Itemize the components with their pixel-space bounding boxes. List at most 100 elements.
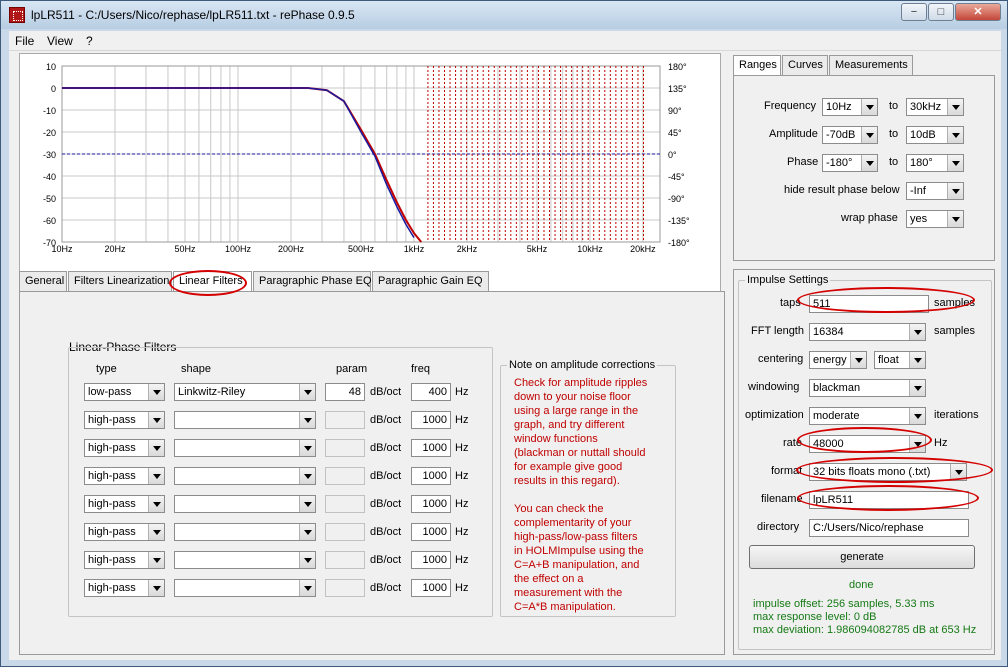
rate-select[interactable]: 48000 xyxy=(809,435,926,453)
filter-freq-input[interactable]: 400 xyxy=(411,383,451,401)
windowing-select[interactable]: blackman xyxy=(809,379,926,397)
minimize-button[interactable]: − xyxy=(901,3,927,21)
note-line: in HOLMImpulse using the xyxy=(514,545,644,557)
filter-type-select[interactable]: high-pass xyxy=(84,467,165,485)
amplitude-to-select[interactable]: 10dB xyxy=(906,126,964,144)
linear-phase-group: type shape param freq low-pass Linkwitz-… xyxy=(68,347,493,617)
format-select[interactable]: 32 bits floats mono (.txt) xyxy=(809,463,967,481)
param-unit-label: dB/oct xyxy=(370,442,402,454)
param-unit-label: dB/oct xyxy=(370,498,402,510)
tab-filters-linearization[interactable]: Filters Linearization xyxy=(68,271,172,291)
filter-type-select[interactable]: high-pass xyxy=(84,411,165,429)
header-shape: shape xyxy=(181,363,211,375)
filter-shape-select[interactable] xyxy=(174,579,316,597)
tab-curves[interactable]: Curves xyxy=(782,55,828,75)
note-line: (blackman or nuttall should xyxy=(514,447,646,459)
note-line: down to your noise floor xyxy=(514,391,631,403)
x-tick-label: 50Hz xyxy=(175,244,197,254)
frequency-from-select[interactable]: 10Hz xyxy=(822,98,878,116)
y2-tick-label: 135° xyxy=(668,84,687,94)
filter-param-input[interactable] xyxy=(325,551,365,569)
optimization-select[interactable]: moderate xyxy=(809,407,926,425)
filter-shape-select[interactable] xyxy=(174,439,316,457)
header-type: type xyxy=(96,363,117,375)
filter-type-select[interactable]: high-pass xyxy=(84,439,165,457)
app-window: lpLR511 - C:/Users/Nico/rephase/lpLR511.… xyxy=(0,0,1008,667)
y2-tick-label: 90° xyxy=(668,106,682,116)
filter-param-input[interactable] xyxy=(325,467,365,485)
title-bar: lpLR511 - C:/Users/Nico/rephase/lpLR511.… xyxy=(1,1,1007,29)
note-line: the effect on a xyxy=(514,573,584,585)
freq-unit-label: Hz xyxy=(455,526,469,538)
filter-freq-input[interactable]: 1000 xyxy=(411,439,451,457)
tab-ranges[interactable]: Ranges xyxy=(733,55,781,76)
x-tick-label: 10kHz xyxy=(577,244,603,254)
filter-type-select[interactable]: high-pass xyxy=(84,551,165,569)
fft-length-select[interactable]: 16384 xyxy=(809,323,926,341)
y-tick-label: -20 xyxy=(43,128,56,138)
filter-param-input[interactable]: 48 xyxy=(325,383,365,401)
maximize-button[interactable]: □ xyxy=(928,3,954,21)
taps-input[interactable]: 511 xyxy=(809,295,929,313)
filter-param-input[interactable] xyxy=(325,523,365,541)
optimization-unit: iterations xyxy=(934,409,979,421)
filter-freq-input[interactable]: 1000 xyxy=(411,523,451,541)
centering-select[interactable]: energy xyxy=(809,351,867,369)
wrap-phase-label: wrap phase xyxy=(841,212,898,224)
filter-shape-select[interactable] xyxy=(174,523,316,541)
param-unit-label: dB/oct xyxy=(370,414,402,426)
directory-input[interactable]: C:/Users/Nico/rephase xyxy=(809,519,969,537)
tab-measurements[interactable]: Measurements xyxy=(829,55,913,75)
wrap-phase-select[interactable]: yes xyxy=(906,210,964,228)
tab-general[interactable]: General xyxy=(19,271,67,291)
filter-type-select[interactable]: high-pass xyxy=(84,495,165,513)
phase-from-select[interactable]: -180° xyxy=(822,154,878,172)
hide-phase-select[interactable]: -Inf xyxy=(906,182,964,200)
filter-shape-select[interactable] xyxy=(174,551,316,569)
optimization-label: optimization xyxy=(745,409,804,421)
note-title: Note on amplitude corrections xyxy=(507,359,658,371)
tab-linear-filters[interactable]: Linear Filters xyxy=(173,271,252,292)
menu-help[interactable]: ? xyxy=(86,34,93,48)
filter-shape-select[interactable] xyxy=(174,411,316,429)
hide-phase-label: hide result phase below xyxy=(784,184,900,196)
y-tick-label: 0 xyxy=(51,84,56,94)
close-button[interactable]: ✕ xyxy=(955,3,1001,21)
filter-type-select[interactable]: high-pass xyxy=(84,523,165,541)
frequency-to-select[interactable]: 30kHz xyxy=(906,98,964,116)
centering-mode-select[interactable]: float xyxy=(874,351,926,369)
filter-freq-input[interactable]: 1000 xyxy=(411,467,451,485)
filter-param-input[interactable] xyxy=(325,495,365,513)
filter-type-select[interactable]: low-pass xyxy=(84,383,165,401)
amplitude-from-select[interactable]: -70dB xyxy=(822,126,878,144)
filter-shape-select[interactable] xyxy=(174,467,316,485)
magnitude-curve xyxy=(62,87,423,243)
impulse-offset-text: impulse offset: 256 samples, 5.33 ms xyxy=(753,598,935,610)
param-unit-label: dB/oct xyxy=(370,526,402,538)
note-line: C=A*B manipulation. xyxy=(514,601,616,613)
filter-shape-select[interactable]: Linkwitz-Riley xyxy=(174,383,316,401)
filter-freq-input[interactable]: 1000 xyxy=(411,551,451,569)
to-label: to xyxy=(889,156,899,168)
x-tick-label: 2kHz xyxy=(457,244,478,254)
filter-freq-input[interactable]: 1000 xyxy=(411,579,451,597)
phase-label: Phase xyxy=(787,156,819,168)
generate-button[interactable]: generate xyxy=(749,545,975,569)
menu-file[interactable]: File xyxy=(15,34,34,48)
filter-param-input[interactable] xyxy=(325,579,365,597)
menu-view[interactable]: View xyxy=(47,34,73,48)
phase-to-select[interactable]: 180° xyxy=(906,154,964,172)
filter-freq-input[interactable]: 1000 xyxy=(411,411,451,429)
filter-param-input[interactable] xyxy=(325,439,365,457)
y2-tick-label: -45° xyxy=(668,172,685,182)
filter-type-select[interactable]: high-pass xyxy=(84,579,165,597)
filename-input[interactable]: lpLR511 xyxy=(809,491,969,509)
filter-freq-input[interactable]: 1000 xyxy=(411,495,451,513)
filter-shape-select[interactable] xyxy=(174,495,316,513)
filter-param-input[interactable] xyxy=(325,411,365,429)
tab-paragraphic-gain-eq[interactable]: Paragraphic Gain EQ xyxy=(372,271,489,291)
tab-paragraphic-phase-eq[interactable]: Paragraphic Phase EQ xyxy=(253,271,372,291)
filename-label: filename xyxy=(761,493,803,505)
max-deviation-text: max deviation: 1.986094082785 dB at 653 … xyxy=(753,624,977,636)
param-unit-label: dB/oct xyxy=(370,470,402,482)
